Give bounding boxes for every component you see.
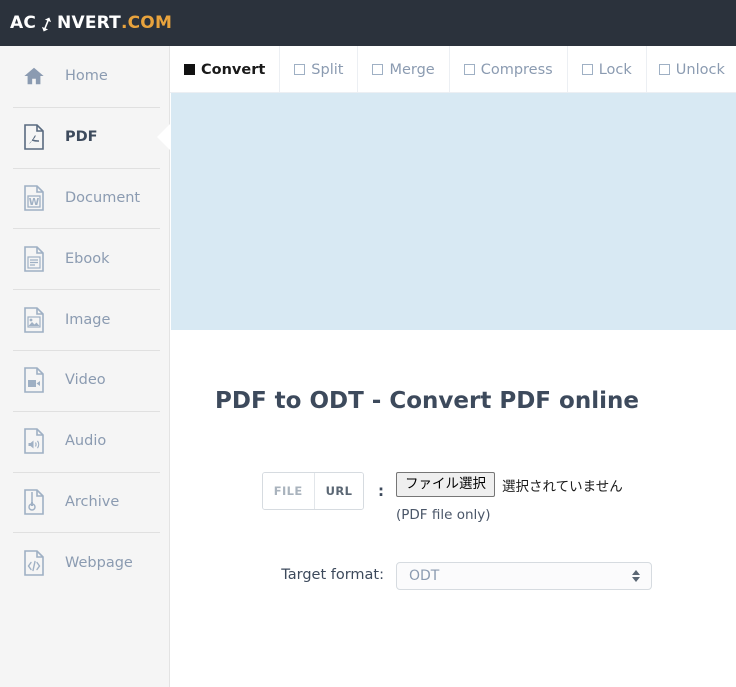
file-field: ファイル選択 選択されていません (PDF file only) bbox=[396, 472, 736, 523]
tab-label: Compress bbox=[480, 61, 553, 78]
sidebar-item-video[interactable]: Video bbox=[0, 349, 169, 411]
target-format-row: Target format: ODT bbox=[171, 562, 736, 590]
refresh-cycle-icon bbox=[37, 15, 56, 34]
logo-text-nvert: NVERT bbox=[57, 13, 121, 33]
tab-unlock[interactable]: Unlock bbox=[647, 46, 736, 93]
tab-compress[interactable]: Compress bbox=[450, 46, 568, 93]
tab-label: Unlock bbox=[675, 61, 725, 78]
tab-split[interactable]: Split bbox=[280, 46, 359, 93]
logo-text-com: .COM bbox=[120, 13, 173, 33]
sidebar-item-webpage[interactable]: Webpage bbox=[0, 532, 169, 593]
sidebar-item-label: Webpage bbox=[65, 554, 133, 571]
sidebar-item-label: Audio bbox=[65, 433, 107, 450]
source-mode-toggle-wrap: FILE URL : bbox=[171, 472, 396, 510]
ebook-icon bbox=[22, 245, 46, 272]
sidebar-item-label: Image bbox=[65, 311, 111, 328]
audio-file-icon bbox=[22, 428, 46, 454]
empty-square-icon bbox=[658, 64, 670, 75]
sidebar-item-audio[interactable]: Audio bbox=[0, 410, 169, 472]
main-content: PDF to ODT - Convert PDF online FILE URL… bbox=[171, 330, 736, 687]
empty-square-icon bbox=[463, 64, 475, 75]
choose-file-button[interactable]: ファイル選択 bbox=[396, 472, 495, 498]
file-note: (PDF file only) bbox=[396, 507, 491, 524]
source-mode-toggle[interactable]: FILE URL bbox=[261, 472, 365, 510]
empty-square-icon bbox=[372, 64, 384, 75]
source-tab-url[interactable]: URL bbox=[314, 473, 364, 509]
source-tab-file[interactable]: FILE bbox=[262, 473, 315, 509]
target-format-field: ODT bbox=[396, 562, 736, 590]
sidebar-item-ebook[interactable]: Ebook bbox=[0, 228, 169, 289]
source-colon: : bbox=[378, 482, 384, 500]
promo-banner bbox=[171, 93, 736, 330]
empty-square-icon bbox=[581, 64, 593, 75]
source-row: FILE URL : ファイル選択 選択されていません (PDF file on… bbox=[171, 472, 736, 523]
sidebar-item-label: PDF bbox=[65, 129, 98, 146]
tab-merge[interactable]: Merge bbox=[358, 46, 450, 93]
sidebar-item-label: Ebook bbox=[65, 250, 110, 267]
sidebar-item-label: Document bbox=[65, 189, 141, 206]
home-icon bbox=[22, 63, 46, 89]
sidebar-item-image[interactable]: Image bbox=[0, 289, 169, 350]
logo-text-ac: AC bbox=[10, 13, 37, 33]
top-header: AC NVERT .COM bbox=[0, 0, 736, 46]
sidebar-item-pdf[interactable]: PDF bbox=[0, 106, 170, 168]
sidebar-item-label: Video bbox=[65, 372, 106, 389]
tab-label: Lock bbox=[598, 61, 632, 78]
select-stepper-icon bbox=[632, 570, 640, 582]
tab-label: Merge bbox=[389, 61, 435, 78]
active-item-pointer bbox=[157, 124, 170, 151]
tab-label: Split bbox=[311, 61, 344, 78]
filled-square-icon bbox=[184, 64, 195, 75]
sidebar-item-label: Home bbox=[65, 68, 108, 85]
sidebar: Home PDF W Document Ebook Image Video Au… bbox=[0, 46, 170, 687]
sidebar-item-document[interactable]: W Document bbox=[0, 167, 169, 229]
video-file-icon bbox=[22, 367, 46, 394]
archive-file-icon bbox=[22, 489, 46, 515]
target-format-select[interactable]: ODT bbox=[396, 562, 652, 590]
tab-label: Convert bbox=[201, 61, 266, 78]
sidebar-item-home[interactable]: Home bbox=[0, 46, 169, 107]
chevron-up-icon bbox=[632, 570, 640, 575]
empty-square-icon bbox=[294, 64, 306, 75]
tool-tabs: Convert Split Merge Compress Lock Unlock bbox=[170, 46, 736, 93]
sidebar-item-label: Archive bbox=[65, 493, 120, 510]
tab-lock[interactable]: Lock bbox=[568, 46, 647, 93]
page-title: PDF to ODT - Convert PDF online bbox=[215, 388, 639, 414]
site-logo[interactable]: AC NVERT .COM bbox=[10, 13, 172, 33]
target-format-value[interactable]: ODT bbox=[396, 562, 652, 590]
webpage-code-icon bbox=[22, 549, 46, 576]
file-status-text: 選択されていません bbox=[502, 478, 623, 495]
app-root: AC NVERT .COM Home PDF W Document Ebook … bbox=[0, 0, 736, 687]
file-input[interactable]: ファイル選択 選択されていません bbox=[396, 472, 736, 498]
target-format-label: Target format: bbox=[281, 567, 384, 583]
word-doc-icon: W bbox=[22, 185, 46, 211]
pdf-file-icon bbox=[22, 124, 46, 150]
svg-text:W: W bbox=[29, 197, 40, 208]
tab-convert[interactable]: Convert bbox=[170, 46, 281, 93]
chevron-down-icon bbox=[632, 577, 640, 582]
sidebar-item-archive[interactable]: Archive bbox=[0, 471, 169, 533]
image-file-icon bbox=[22, 306, 46, 333]
